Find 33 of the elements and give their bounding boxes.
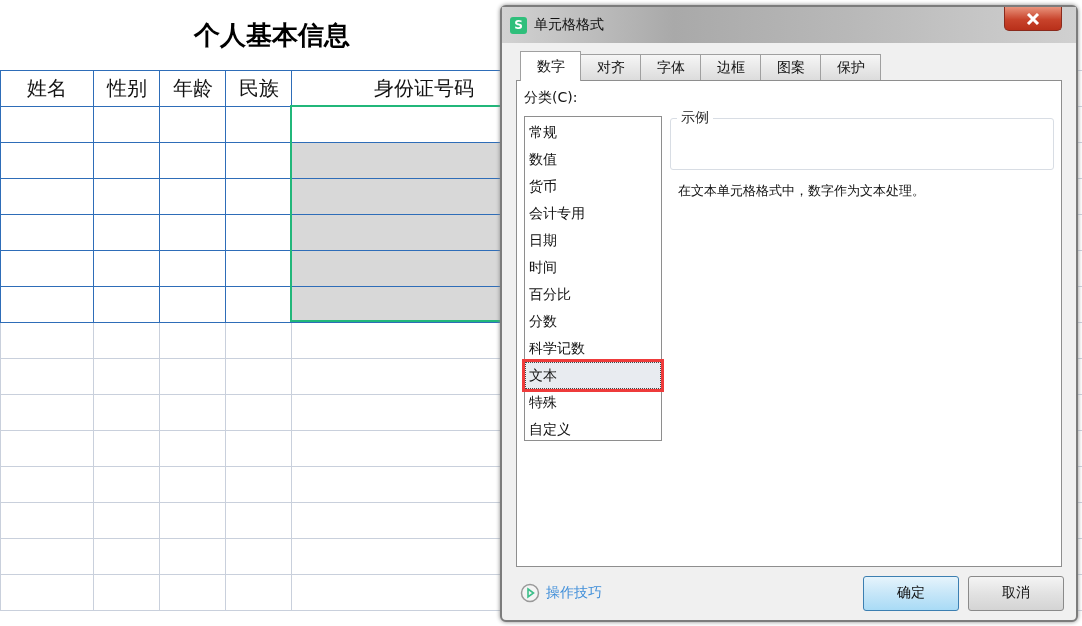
list-item[interactable]: 数值 (525, 146, 661, 173)
tab[interactable]: 边框 (700, 54, 761, 80)
list-item[interactable]: 时间 (525, 254, 661, 281)
tab[interactable]: 保护 (820, 54, 881, 80)
app-icon: S (510, 16, 527, 34)
list-item[interactable]: 文本 (525, 362, 661, 389)
column-header: 年龄 (159, 70, 226, 107)
list-item[interactable]: 百分比 (525, 281, 661, 308)
column-header: 性别 (93, 70, 160, 107)
list-item[interactable]: 会计专用 (525, 200, 661, 227)
list-item[interactable]: 货币 (525, 173, 661, 200)
dialog-title: 单元格格式 (534, 16, 605, 34)
sample-label: 示例 (677, 109, 713, 127)
column-header: 姓名 (0, 70, 94, 107)
sheet-title: 个人基本信息 (194, 18, 350, 52)
close-icon (1026, 12, 1040, 25)
cancel-button[interactable]: 取消 (968, 575, 1064, 611)
play-icon (520, 583, 540, 603)
list-item[interactable]: 分数 (525, 308, 661, 335)
tab[interactable]: 字体 (640, 54, 701, 80)
column-header: 民族 (225, 70, 292, 107)
list-item[interactable]: 特殊 (525, 389, 661, 416)
category-label: 分类(C): (524, 89, 579, 107)
close-button[interactable] (1004, 7, 1062, 31)
description-text: 在文本单元格格式中，数字作为文本处理。 (677, 182, 926, 200)
list-item[interactable]: 日期 (525, 227, 661, 254)
tab[interactable]: 图案 (760, 54, 821, 80)
tab[interactable]: 数字 (520, 51, 581, 81)
list-item[interactable]: 自定义 (525, 416, 661, 443)
tab[interactable]: 对齐 (580, 54, 641, 80)
list-item[interactable]: 常规 (525, 119, 661, 146)
list-item[interactable]: 科学记数 (525, 335, 661, 362)
ok-button[interactable]: 确定 (863, 575, 959, 611)
